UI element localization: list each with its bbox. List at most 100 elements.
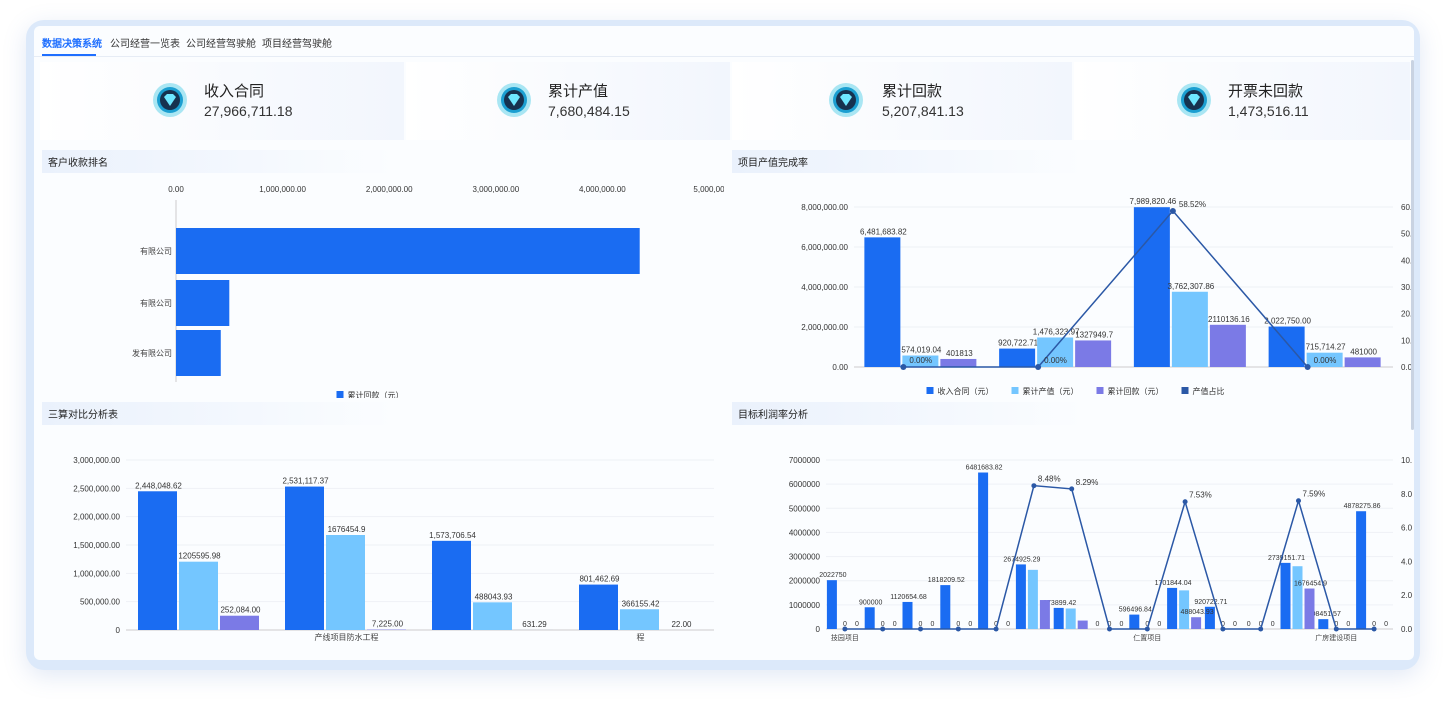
line-label: 0.00% (909, 356, 932, 365)
bar (1167, 587, 1178, 629)
tab-decision-system[interactable]: 数据决策系统 (42, 35, 102, 50)
y-tick-label: 8,000,000.00 (801, 203, 848, 212)
data-label: 2022750 (819, 572, 846, 579)
data-label: 0 (1157, 621, 1161, 628)
kpi-card-cumulative-collection: 累计回款 5,207,841.13 (732, 62, 1072, 140)
data-label: 1205595.98 (178, 552, 221, 561)
bar (1171, 291, 1208, 367)
data-label: 715,714.27 (1306, 343, 1347, 352)
y-tick-label: 3000000 (789, 553, 821, 562)
data-label: 1,573,706.54 (429, 531, 476, 540)
data-label: 366155.42 (622, 599, 660, 608)
x-tick-label: 2,000,000.00 (366, 185, 413, 194)
bar (1280, 562, 1291, 629)
line-label: 7.53% (1189, 491, 1212, 500)
bar (978, 472, 989, 629)
bar (1039, 600, 1050, 629)
bar (1075, 340, 1112, 367)
y-tick-label: 6000000 (789, 480, 821, 489)
bar (220, 615, 259, 630)
y-tick-label: 5000000 (789, 504, 821, 513)
kpi-card-income-contract: 收入合同 27,966,711.18 (40, 62, 404, 140)
line-label: 0.00% (1314, 356, 1337, 365)
y-tick-label: 0 (816, 625, 821, 634)
legend-label: 累计回款（元） (1108, 386, 1164, 396)
legend-label: 累计产值（元） (1023, 386, 1079, 396)
tab-project-cockpit[interactable]: 项目经营驾驶舱 (262, 35, 332, 50)
chart-title-output-completion: 项目产值完成率 (732, 150, 1084, 173)
legend-label: 收入合同（元） (938, 386, 994, 396)
data-label: 920,722.71 (998, 339, 1039, 348)
y2-tick-label: 10.00% (1401, 456, 1412, 465)
data-label: 401813 (946, 349, 973, 358)
kpi-title: 累计回款 (882, 83, 943, 100)
bar (1053, 607, 1064, 629)
y-tick-label: 1,000,000.00 (73, 569, 120, 578)
data-label: 3,762,307.86 (1168, 282, 1215, 291)
data-label: 0 (1384, 621, 1388, 628)
line-point (842, 626, 848, 632)
bar (1191, 617, 1202, 629)
y2-tick-label: 2.00% (1401, 591, 1412, 600)
line-point (1144, 626, 1150, 632)
three-cost-compare-chart: 0 500,000.00 1,000,000.00 1,500,000.00 2,000… (73, 456, 714, 642)
x-tick-label: 5,000,00 (693, 185, 724, 194)
data-label: 2674925.29 (1003, 556, 1040, 563)
line-point (1296, 498, 1301, 504)
line-point (1035, 364, 1042, 370)
bar (432, 540, 471, 630)
x-tick-label: 0.00 (168, 185, 184, 194)
data-label: 1818209.52 (928, 577, 965, 584)
diamond-icon (1177, 83, 1211, 117)
y-tick-label: 500,000.00 (80, 598, 121, 607)
data-label: 7,225.00 (372, 620, 404, 629)
data-label: 0 (1233, 621, 1237, 628)
line-point (993, 626, 999, 632)
data-label: 596496.84 (1119, 607, 1152, 614)
category-label: 技园项目 (831, 633, 859, 642)
y-tick-label: 7000000 (789, 456, 821, 465)
y-tick-label: 1,500,000.00 (73, 541, 120, 550)
tab-company-cockpit[interactable]: 公司经营驾驶舱 (186, 35, 256, 50)
y-tick-label: 2,000,000.00 (73, 513, 120, 522)
data-label: 0 (1247, 621, 1251, 628)
data-label: 22.00 (671, 620, 692, 629)
data-label: 801,462.69 (579, 575, 620, 584)
bar (1015, 564, 1026, 629)
category-label: 广房建设项目 (1315, 633, 1357, 642)
category-label: 仁置项目 (1133, 633, 1161, 642)
data-label: 1120654.68 (890, 594, 927, 601)
data-label: 0 (1006, 621, 1010, 628)
kpi-value: 27,966,711.18 (204, 103, 293, 119)
bar (1027, 569, 1038, 629)
customer-ranking-chart: 0.00 1,000,000.00 2,000,000.00 3,000,000.00… (132, 185, 724, 398)
bar (579, 584, 618, 630)
data-label: 2739151.71 (1268, 555, 1305, 562)
data-label: 7,989,820.46 (1130, 197, 1177, 206)
legend-label: 累计回款（元） (348, 390, 404, 398)
data-label: 574,019.04 (901, 346, 942, 355)
data-label: 0 (1271, 621, 1275, 628)
diamond-icon (829, 83, 863, 117)
data-label: 1,476,323.97 (1033, 327, 1080, 336)
legend-swatch (1011, 387, 1019, 394)
data-label: 488043.93 (475, 592, 513, 601)
kpi-value: 5,207,841.13 (882, 103, 964, 119)
vertical-scrollbar[interactable] (1411, 60, 1414, 430)
y-tick-label: 0.00 (832, 363, 848, 372)
legend-swatch (336, 391, 344, 398)
bar (826, 580, 837, 629)
target-profit-chart: 0 1000000 2000000 3000000 4000000 5000000 6000… (789, 456, 1412, 642)
data-label: 481000 (1350, 347, 1377, 356)
kpi-title: 收入合同 (204, 83, 265, 100)
y-tick-label: 2,500,000.00 (73, 484, 120, 493)
active-tab-indicator (42, 54, 96, 56)
kpi-title: 开票未回款 (1228, 83, 1304, 100)
y2-tick-label: 4.00% (1401, 557, 1412, 566)
diamond-icon (497, 83, 531, 117)
kpi-card-invoiced-uncollected: 开票未回款 1,473,516.11 (1074, 62, 1410, 140)
line-point (1258, 626, 1264, 632)
bar (1292, 566, 1303, 629)
line-label: 58.52% (1179, 200, 1206, 209)
tab-company-overview[interactable]: 公司经营一览表 (110, 35, 180, 50)
